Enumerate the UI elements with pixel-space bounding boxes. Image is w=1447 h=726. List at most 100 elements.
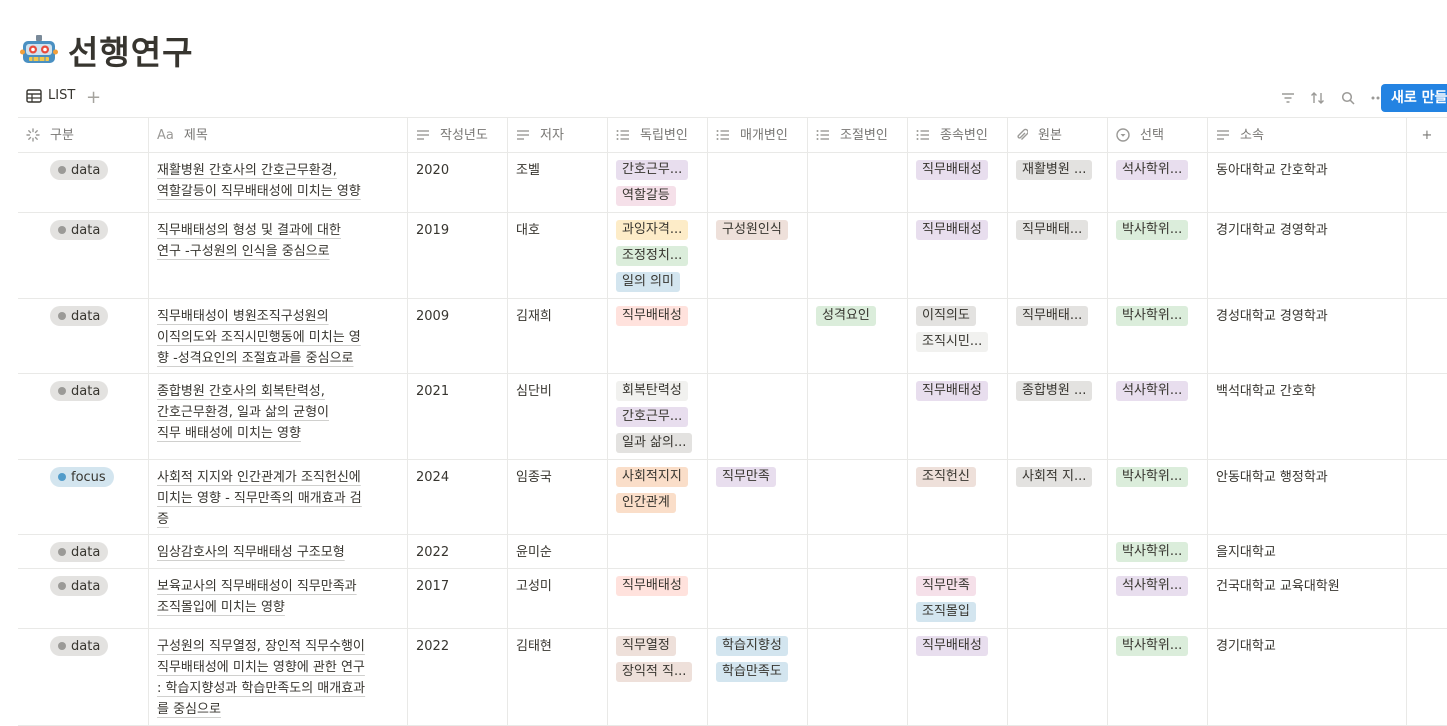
- title-line[interactable]: 직무배태성의 형성 및 결과에 대한: [157, 223, 341, 238]
- dependent-variable-cell[interactable]: 직무배태성: [908, 629, 1008, 725]
- dependent-variable-cell[interactable]: 직무배태성: [908, 374, 1008, 459]
- source-file-cell[interactable]: 종합병원 ...: [1008, 374, 1108, 459]
- title-cell[interactable]: 재활병원 간호사의 간호근무환경, 역할갈등이 직무배태성에 미치는 영향: [149, 153, 408, 212]
- title-line[interactable]: 이직의도와 조직시민행동에 미치는 영: [157, 330, 361, 345]
- author-cell[interactable]: 김태현: [508, 629, 608, 725]
- selection-tag[interactable]: 석사학위...: [1116, 381, 1189, 401]
- category-cell[interactable]: data: [18, 629, 149, 725]
- title-line[interactable]: 구성원의 직무열정, 장인적 직무수행이: [157, 639, 365, 654]
- title-line[interactable]: 역할갈등이 직무배태성에 미치는 영향: [157, 184, 361, 199]
- category-cell[interactable]: data: [18, 153, 149, 212]
- author-cell[interactable]: 조벨: [508, 153, 608, 212]
- mediating-variable-cell[interactable]: 직무만족: [708, 460, 808, 534]
- affiliation-cell[interactable]: 경기대학교: [1208, 629, 1407, 725]
- search-icon[interactable]: [1339, 88, 1357, 108]
- column-header-10[interactable]: 선택: [1108, 118, 1208, 152]
- selection-tag[interactable]: 박사학위...: [1116, 306, 1189, 326]
- moderating-variable-cell[interactable]: [808, 629, 908, 725]
- selection-cell[interactable]: 박사학위...: [1108, 535, 1208, 568]
- new-button[interactable]: 새로 만들기: [1381, 84, 1447, 112]
- table-row[interactable]: data 직무배태성의 형성 및 결과에 대한 연구 -구성원의 인식을 중심으로 2…: [18, 213, 1447, 299]
- dependent-variable-tag[interactable]: 이직의도: [916, 306, 976, 326]
- independent-variable-tag[interactable]: 역할갈등: [616, 186, 676, 206]
- dependent-variable-tag[interactable]: 직무배태성: [916, 220, 988, 240]
- source-file-cell[interactable]: 직무배태...: [1008, 299, 1108, 373]
- table-row[interactable]: data 구성원의 직무열정, 장인적 직무수행이직무배태성에 미치는 영향에 관…: [18, 629, 1447, 726]
- dependent-variable-cell[interactable]: 직무배태성: [908, 153, 1008, 212]
- title-line[interactable]: 직무배태성에 미치는 영향에 관한 연구: [157, 660, 365, 675]
- author-cell[interactable]: 김재희: [508, 299, 608, 373]
- category-cell[interactable]: data: [18, 569, 149, 628]
- source-file-tag[interactable]: 직무배태...: [1016, 306, 1089, 326]
- moderating-variable-cell[interactable]: [808, 460, 908, 534]
- title-line[interactable]: 직무 배태성에 미치는 영향: [157, 426, 301, 441]
- source-file-cell[interactable]: 재활병원 ...: [1008, 153, 1108, 212]
- affiliation-cell[interactable]: 을지대학교: [1208, 535, 1407, 568]
- title-line[interactable]: 조직몰입에 미치는 영향: [157, 600, 285, 615]
- selection-tag[interactable]: 박사학위...: [1116, 636, 1189, 656]
- author-cell[interactable]: 윤미순: [508, 535, 608, 568]
- affiliation-cell[interactable]: 건국대학교 교육대학원: [1208, 569, 1407, 628]
- title-line[interactable]: 재활병원 간호사의 간호근무환경,: [157, 163, 337, 178]
- author-cell[interactable]: 임종국: [508, 460, 608, 534]
- mediating-variable-tag[interactable]: 직무만족: [716, 467, 776, 487]
- column-header-4[interactable]: 저자: [508, 118, 608, 152]
- independent-variable-tag[interactable]: 회복탄력성: [616, 381, 688, 401]
- mediating-variable-cell[interactable]: [708, 374, 808, 459]
- dependent-variable-tag[interactable]: 직무만족: [916, 576, 976, 596]
- dependent-variable-cell[interactable]: 조직헌신: [908, 460, 1008, 534]
- title-line[interactable]: 사회적 지지와 인간관계가 조직헌신에: [157, 470, 361, 485]
- author-cell[interactable]: 대호: [508, 213, 608, 298]
- filter-icon[interactable]: [1279, 88, 1297, 108]
- source-file-cell[interactable]: 직무배태...: [1008, 213, 1108, 298]
- table-row[interactable]: focus 사회적 지지와 인간관계가 조직헌신에 미치는 영향 - 직무만족의 매…: [18, 460, 1447, 535]
- table-row[interactable]: data 재활병원 간호사의 간호근무환경, 역할갈등이 직무배태성에 미치는 영향…: [18, 153, 1447, 213]
- independent-variable-cell[interactable]: 직무배태성: [608, 569, 708, 628]
- year-cell[interactable]: 2017: [408, 569, 508, 628]
- robot-icon[interactable]: [20, 31, 58, 69]
- dependent-variable-cell[interactable]: [908, 535, 1008, 568]
- mediating-variable-cell[interactable]: [708, 153, 808, 212]
- selection-tag[interactable]: 석사학위...: [1116, 576, 1189, 596]
- author-cell[interactable]: 심단비: [508, 374, 608, 459]
- independent-variable-tag[interactable]: 일의 의미: [616, 272, 680, 292]
- selection-tag[interactable]: 박사학위...: [1116, 467, 1189, 487]
- mediating-variable-cell[interactable]: 학습지향성 학습만족도: [708, 629, 808, 725]
- independent-variable-tag[interactable]: 장익적 직...: [616, 662, 693, 682]
- independent-variable-tag[interactable]: 직무배태성: [616, 306, 688, 326]
- dependent-variable-tag[interactable]: 조직몰입: [916, 602, 976, 622]
- affiliation-cell[interactable]: 안동대학교 행정학과: [1208, 460, 1407, 534]
- independent-variable-tag[interactable]: 간호근무...: [616, 160, 689, 180]
- mediating-variable-cell[interactable]: [708, 569, 808, 628]
- independent-variable-cell[interactable]: [608, 535, 708, 568]
- column-header-11[interactable]: 소속: [1208, 118, 1407, 152]
- title-line[interactable]: 향 -성격요인의 조절효과를 중심으로: [157, 351, 354, 366]
- moderating-variable-cell[interactable]: 성격요인: [808, 299, 908, 373]
- source-file-cell[interactable]: [1008, 569, 1108, 628]
- independent-variable-cell[interactable]: 사회적지지 인간관계: [608, 460, 708, 534]
- mediating-variable-cell[interactable]: 구성원인식: [708, 213, 808, 298]
- column-header-9[interactable]: 원본: [1008, 118, 1108, 152]
- title-line[interactable]: 미치는 영향 - 직무만족의 매개효과 검: [157, 491, 362, 506]
- title-cell[interactable]: 직무배태성의 형성 및 결과에 대한 연구 -구성원의 인식을 중심으로: [149, 213, 408, 298]
- table-row[interactable]: data 보육교사의 직무배태성이 직무만족과조직몰입에 미치는 영향 2017 고성…: [18, 569, 1447, 629]
- mediating-variable-tag[interactable]: 학습지향성: [716, 636, 788, 656]
- year-cell[interactable]: 2009: [408, 299, 508, 373]
- affiliation-cell[interactable]: 백석대학교 간호학: [1208, 374, 1407, 459]
- independent-variable-cell[interactable]: 직무열정장익적 직...: [608, 629, 708, 725]
- add-view-button[interactable]: +: [86, 84, 101, 112]
- dependent-variable-tag[interactable]: 직무배태성: [916, 160, 988, 180]
- independent-variable-tag[interactable]: 직무열정: [616, 636, 676, 656]
- independent-variable-cell[interactable]: 과잉자격... 조정정치... 일의 의미: [608, 213, 708, 298]
- title-line[interactable]: 보육교사의 직무배태성이 직무만족과: [157, 579, 357, 594]
- independent-variable-tag[interactable]: 인간관계: [616, 493, 676, 513]
- category-cell[interactable]: data: [18, 535, 149, 568]
- table-row[interactable]: data 임상감호사의 직무배태성 구조모형 2022 윤미순 박사학위... 을지대학교: [18, 535, 1447, 569]
- author-cell[interactable]: 고성미: [508, 569, 608, 628]
- table-row[interactable]: data 직무배태성이 병원조직구성원의 이직의도와 조직시민행동에 미치는 영향 …: [18, 299, 1447, 374]
- title-cell[interactable]: 직무배태성이 병원조직구성원의 이직의도와 조직시민행동에 미치는 영향 -성격요…: [149, 299, 408, 373]
- source-file-tag[interactable]: 직무배태...: [1016, 220, 1089, 240]
- title-cell[interactable]: 종합병원 간호사의 회복탄력성, 간호근무환경, 일과 삶의 균형이 직무 배태성에…: [149, 374, 408, 459]
- independent-variable-cell[interactable]: 회복탄력성 간호근무... 일과 삶의...: [608, 374, 708, 459]
- source-file-tag[interactable]: 재활병원 ...: [1016, 160, 1093, 180]
